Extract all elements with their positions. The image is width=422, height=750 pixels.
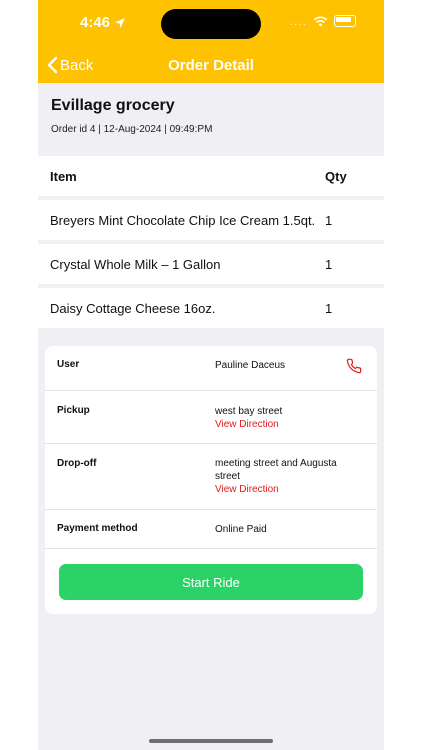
table-header: Item Qty <box>38 156 384 196</box>
dropoff-row: Drop-off meeting street and Augusta stre… <box>45 444 377 510</box>
app-screen: 4:46 .... Back Order Detail Evillage gro… <box>38 0 384 750</box>
dynamic-island <box>161 9 261 39</box>
order-details-card: User Pauline Daceus Pickup west bay stre… <box>45 346 377 614</box>
dropoff-label: Drop-off <box>57 458 97 469</box>
status-time-text: 4:46 <box>80 14 111 31</box>
user-row: User Pauline Daceus <box>45 346 377 391</box>
start-ride-button[interactable]: Start Ride <box>59 564 363 600</box>
order-meta: Order id 4 | 12-Aug-2024 | 09:49:PM <box>51 124 213 135</box>
dropoff-value-block: meeting street and Augusta street View D… <box>215 457 360 496</box>
payment-value: Online Paid <box>215 524 267 535</box>
user-label: User <box>57 359 80 370</box>
item-qty: 1 <box>325 300 333 316</box>
page-title: Order Detail <box>168 57 254 74</box>
battery-icon <box>334 15 356 27</box>
pickup-row: Pickup west bay street View Direction <box>45 391 377 444</box>
header-bar: 4:46 .... Back Order Detail <box>38 0 384 83</box>
item-name: Crystal Whole Milk – 1 Gallon <box>50 256 221 272</box>
item-qty: 1 <box>325 256 333 272</box>
status-time: 4:46 <box>80 14 126 31</box>
store-name: Evillage grocery <box>51 97 175 114</box>
column-header-qty: Qty <box>325 168 347 184</box>
payment-label: Payment method <box>57 523 138 534</box>
pickup-label: Pickup <box>57 405 90 416</box>
signal-dots-icon: .... <box>289 14 307 28</box>
user-value: Pauline Daceus <box>215 360 286 371</box>
item-qty: 1 <box>325 212 333 228</box>
pickup-view-direction-link[interactable]: View Direction <box>215 418 360 431</box>
dropoff-address: meeting street and Augusta street <box>215 458 337 482</box>
column-header-item: Item <box>50 168 77 184</box>
table-row: Daisy Cottage Cheese 16oz. 1 <box>38 288 384 328</box>
store-info: Evillage grocery Order id 4 | 12-Aug-202… <box>38 83 384 154</box>
pickup-address: west bay street <box>215 406 283 417</box>
table-row: Breyers Mint Chocolate Chip Ice Cream 1.… <box>38 200 384 240</box>
item-name: Daisy Cottage Cheese 16oz. <box>50 300 216 316</box>
location-arrow-icon <box>115 17 126 28</box>
home-indicator[interactable] <box>149 739 273 743</box>
status-indicators: .... <box>290 14 356 28</box>
dropoff-view-direction-link[interactable]: View Direction <box>215 483 360 496</box>
item-name: Breyers Mint Chocolate Chip Ice Cream 1.… <box>50 212 316 228</box>
phone-call-icon[interactable] <box>346 358 362 374</box>
wifi-icon <box>313 16 328 26</box>
payment-row: Payment method Online Paid <box>45 510 377 549</box>
pickup-value-block: west bay street View Direction <box>215 405 360 431</box>
table-row: Crystal Whole Milk – 1 Gallon 1 <box>38 244 384 284</box>
